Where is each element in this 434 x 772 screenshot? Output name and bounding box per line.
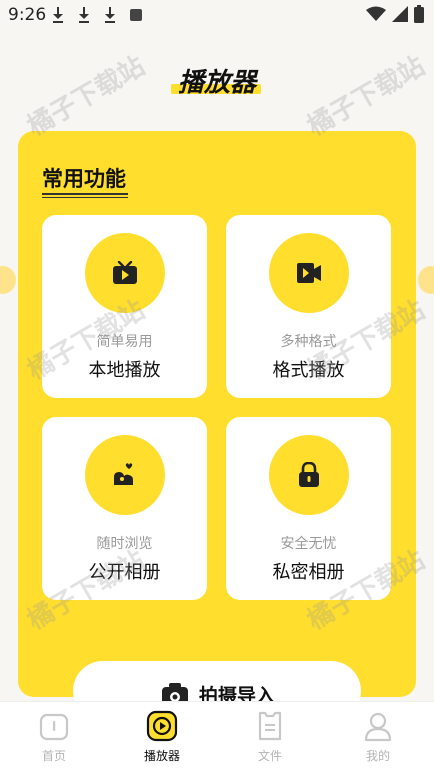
card-label: 公开相册 xyxy=(88,562,161,583)
tab-player[interactable]: 播放器 xyxy=(108,702,216,772)
tab-files[interactable]: 文件 xyxy=(216,702,324,772)
decor-left xyxy=(0,266,16,294)
bottom-tab-bar: 首页 播放器 文件 我的 xyxy=(0,701,434,772)
status-bar: 9:26 xyxy=(0,0,434,30)
card-label: 私密相册 xyxy=(272,562,345,583)
card-subtitle: 随时浏览 xyxy=(96,536,153,552)
card-label: 本地播放 xyxy=(88,360,161,381)
features-panel: 常用功能 简单易用 本地播放 多种格式 格式播放 随时浏览 公开相册 安全无忧 … xyxy=(18,131,416,721)
section-underline xyxy=(42,193,128,195)
lock-icon xyxy=(299,462,319,487)
home-icon xyxy=(39,713,69,741)
card-icon-circle xyxy=(85,435,165,515)
section-underline-thin xyxy=(42,197,128,198)
card-local-play[interactable]: 简单易用 本地播放 xyxy=(42,215,207,398)
status-time: 9:26 xyxy=(8,5,47,25)
photo-heart-icon xyxy=(114,463,133,485)
tab-mine[interactable]: 我的 xyxy=(324,702,432,772)
status-icons xyxy=(366,5,424,23)
card-icon-circle xyxy=(85,233,165,313)
video-file-icon xyxy=(297,263,321,283)
user-icon xyxy=(364,712,392,742)
card-icon-circle xyxy=(269,233,349,313)
card-subtitle: 安全无忧 xyxy=(280,536,337,552)
tab-home[interactable]: 首页 xyxy=(0,702,108,772)
file-icon xyxy=(258,711,282,741)
card-private-album[interactable]: 安全无忧 私密相册 xyxy=(226,417,391,600)
decor-right xyxy=(418,266,434,294)
tab-label: 我的 xyxy=(365,749,390,763)
section-title: 常用功能 xyxy=(42,167,126,191)
card-format-play[interactable]: 多种格式 格式播放 xyxy=(226,215,391,398)
card-public-album[interactable]: 随时浏览 公开相册 xyxy=(42,417,207,600)
card-icon-circle xyxy=(269,435,349,515)
download-icons xyxy=(52,6,142,28)
page-title: 播放器 xyxy=(177,68,256,98)
tab-label: 文件 xyxy=(257,749,282,763)
tv-play-icon xyxy=(113,261,137,284)
card-label: 格式播放 xyxy=(272,360,345,381)
tab-label: 播放器 xyxy=(143,749,180,763)
player-icon xyxy=(146,710,178,742)
battery-icon xyxy=(414,5,424,23)
signal-icon xyxy=(392,6,408,22)
download-notification-icons xyxy=(53,7,142,23)
card-subtitle: 多种格式 xyxy=(280,334,337,350)
tab-label: 首页 xyxy=(41,749,66,763)
card-subtitle: 简单易用 xyxy=(96,334,153,350)
wifi-icon xyxy=(366,6,386,21)
